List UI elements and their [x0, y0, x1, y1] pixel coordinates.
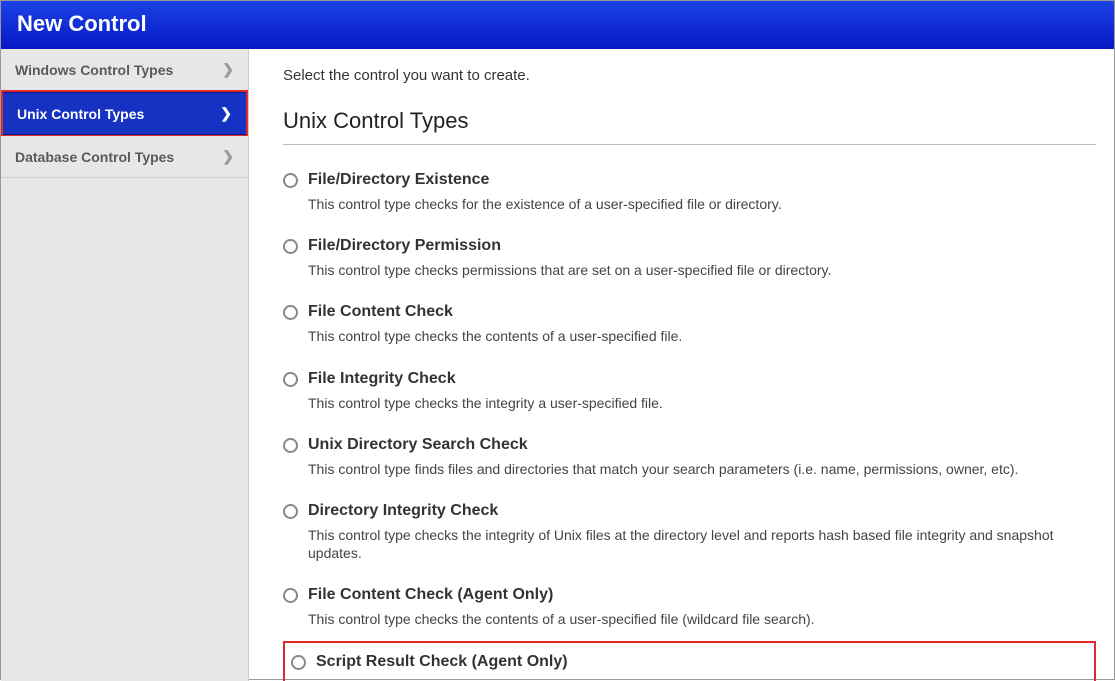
option-desc: This control type checks the contents of… — [308, 327, 1096, 345]
chevron-right-icon: ❯ — [222, 61, 234, 78]
radio-button[interactable] — [291, 655, 306, 670]
sidebar-item-label: Database Control Types — [15, 149, 174, 165]
radio-button[interactable] — [283, 305, 298, 320]
option-body: File Content Check This control type che… — [308, 303, 1096, 345]
option-title: File Content Check — [308, 303, 1096, 321]
option-desc: This control type checks permissions tha… — [308, 261, 1096, 279]
option-body: Directory Integrity Check This control t… — [308, 502, 1096, 562]
option-body: File Content Check (Agent Only) This con… — [308, 586, 1096, 628]
option-unix-directory-search-check: Unix Directory Search Check This control… — [283, 428, 1096, 494]
option-desc: This control type finds files and direct… — [308, 460, 1096, 478]
sidebar-item-label: Windows Control Types — [15, 62, 173, 78]
sidebar-item-windows-control-types[interactable]: Windows Control Types ❯ — [1, 49, 248, 91]
radio-button[interactable] — [283, 173, 298, 188]
radio-button[interactable] — [283, 239, 298, 254]
option-script-result-check-agent-only: Script Result Check (Agent Only) This co… — [283, 641, 1096, 681]
chevron-right-icon: ❯ — [222, 148, 234, 165]
option-file-integrity-check: File Integrity Check This control type c… — [283, 362, 1096, 428]
radio-button[interactable] — [283, 372, 298, 387]
sidebar-item-database-control-types[interactable]: Database Control Types ❯ — [1, 136, 248, 178]
page-header: New Control — [1, 1, 1114, 49]
option-body: Unix Directory Search Check This control… — [308, 436, 1096, 478]
sidebar-item-label: Unix Control Types — [17, 106, 144, 122]
option-desc: This control type checks the contents of… — [308, 610, 1096, 628]
main-panel: Select the control you want to create. U… — [249, 49, 1114, 681]
option-title: File Content Check (Agent Only) — [308, 586, 1096, 604]
option-title: Script Result Check (Agent Only) — [316, 653, 1086, 671]
option-title: File Integrity Check — [308, 370, 1096, 388]
option-file-content-check-agent-only: File Content Check (Agent Only) This con… — [283, 578, 1096, 644]
section-title: Unix Control Types — [283, 108, 1096, 145]
sidebar: Windows Control Types ❯ Unix Control Typ… — [1, 49, 249, 681]
option-file-directory-existence: File/Directory Existence This control ty… — [283, 163, 1096, 229]
radio-button[interactable] — [283, 588, 298, 603]
option-body: File Integrity Check This control type c… — [308, 370, 1096, 412]
option-file-directory-permission: File/Directory Permission This control t… — [283, 229, 1096, 295]
option-desc: This control type checks for the existen… — [308, 195, 1096, 213]
option-directory-integrity-check: Directory Integrity Check This control t… — [283, 494, 1096, 578]
option-title: Directory Integrity Check — [308, 502, 1096, 520]
layout: Windows Control Types ❯ Unix Control Typ… — [1, 49, 1114, 681]
option-title: Unix Directory Search Check — [308, 436, 1096, 454]
page-title: New Control — [17, 11, 147, 36]
sidebar-highlight: Unix Control Types ❯ — [1, 90, 248, 137]
option-desc: This control type collects results of th… — [316, 677, 1086, 681]
radio-button[interactable] — [283, 504, 298, 519]
option-title: File/Directory Existence — [308, 171, 1096, 189]
sidebar-item-unix-control-types[interactable]: Unix Control Types ❯ — [3, 92, 246, 135]
option-body: File/Directory Existence This control ty… — [308, 171, 1096, 213]
option-desc: This control type checks the integrity a… — [308, 394, 1096, 412]
radio-button[interactable] — [283, 438, 298, 453]
option-desc: This control type checks the integrity o… — [308, 526, 1096, 562]
option-body: File/Directory Permission This control t… — [308, 237, 1096, 279]
chevron-right-icon: ❯ — [220, 105, 232, 122]
option-title: File/Directory Permission — [308, 237, 1096, 255]
option-file-content-check: File Content Check This control type che… — [283, 295, 1096, 361]
option-body: Script Result Check (Agent Only) This co… — [316, 653, 1086, 681]
intro-text: Select the control you want to create. — [283, 67, 1096, 84]
